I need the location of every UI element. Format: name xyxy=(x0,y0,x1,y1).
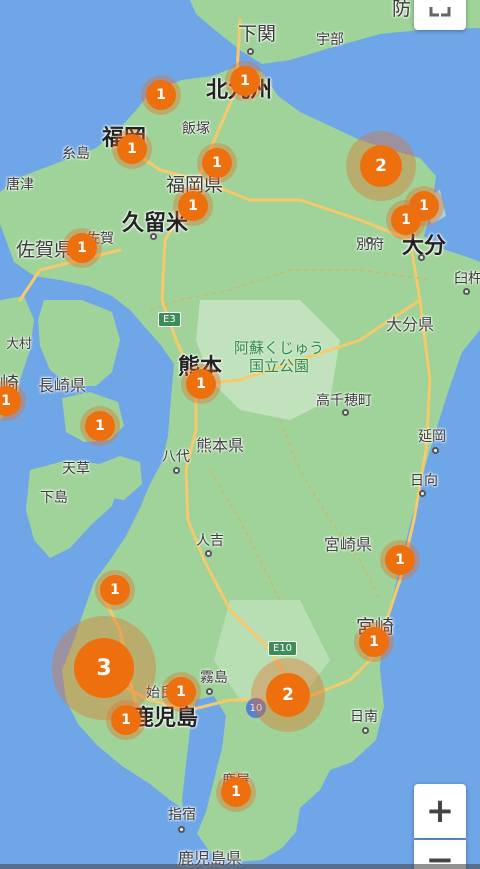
city-dot xyxy=(342,409,349,416)
highway-shield-e3: E3 xyxy=(158,312,181,327)
cluster-count: 1 xyxy=(85,411,115,441)
cluster-count: 1 xyxy=(146,80,176,110)
cluster-marker[interactable]: 1 xyxy=(112,129,152,169)
label-usuki: 臼杵 xyxy=(454,271,480,287)
cluster-count: 1 xyxy=(67,233,97,263)
city-dot xyxy=(362,727,369,734)
cluster-count: 1 xyxy=(359,627,389,657)
label-takachiho: 高千穂町 xyxy=(316,393,372,409)
fullscreen-icon xyxy=(429,7,451,17)
cluster-count: 1 xyxy=(111,705,141,735)
cluster-marker[interactable]: 1 xyxy=(106,700,146,740)
label-shimoshima: 下島 xyxy=(40,490,68,506)
label-omura: 大村 xyxy=(6,337,33,352)
cluster-count: 1 xyxy=(166,677,196,707)
label-iizuka: 飯塚 xyxy=(182,121,210,137)
cluster-marker[interactable]: 2 xyxy=(346,131,416,201)
cluster-count: 2 xyxy=(266,673,310,717)
label-aso-park: 阿蘇くじゅう 国立公園 xyxy=(234,339,325,375)
cluster-count: 1 xyxy=(221,777,251,807)
label-yatsushiro: 八代 xyxy=(162,449,190,465)
cluster-marker[interactable]: 1 xyxy=(216,772,256,812)
cluster-marker[interactable]: 1 xyxy=(161,672,201,712)
cluster-marker[interactable]: 1 xyxy=(197,143,237,183)
label-amakusa: 天草 xyxy=(62,461,90,477)
label-houfu: 防 xyxy=(392,0,412,20)
label-karatsu: 唐津 xyxy=(6,177,34,193)
label-nagasaki-pref: 長崎県 xyxy=(38,376,87,395)
cluster-marker[interactable]: 1 xyxy=(62,228,102,268)
label-kirishima: 霧島 xyxy=(200,670,228,686)
cluster-marker[interactable]: 1 xyxy=(80,406,120,446)
cluster-marker[interactable]: 1 xyxy=(181,364,221,404)
label-oita-pref: 大分県 xyxy=(386,315,435,334)
highway-shield-e10: E10 xyxy=(268,641,298,656)
label-miyazaki-pref: 宮崎県 xyxy=(324,535,373,554)
city-dot xyxy=(206,688,213,695)
cluster-count: 1 xyxy=(100,575,130,605)
label-itoshima: 糸島 xyxy=(62,146,90,162)
zoom-in-button[interactable]: + xyxy=(414,784,466,838)
cluster-marker[interactable]: 1 xyxy=(141,75,181,115)
cluster-marker[interactable]: 2 xyxy=(251,658,325,732)
cluster-count: 1 xyxy=(178,191,208,221)
label-nichinan: 日南 xyxy=(350,709,378,725)
label-hitoyoshi: 人吉 xyxy=(196,533,224,549)
cluster-count: 1 xyxy=(385,545,415,575)
cluster-count: 1 xyxy=(117,134,147,164)
city-dot xyxy=(178,826,185,833)
city-dot xyxy=(247,48,254,55)
label-ube: 宇部 xyxy=(316,32,344,48)
label-kumamoto-pref: 熊本県 xyxy=(196,436,245,455)
label-shimonoseki: 下関 xyxy=(238,23,277,45)
city-dot xyxy=(173,467,180,474)
city-dot xyxy=(366,237,373,244)
map-canvas[interactable]: 下関 宇部 防 北九州 飯塚 福岡 糸島 福岡県 唐津 久留米 佐賀県 佐賀 別… xyxy=(0,0,480,869)
cluster-count: 1 xyxy=(202,148,232,178)
cluster-count: 3 xyxy=(74,638,134,698)
city-dot xyxy=(432,447,439,454)
city-dot xyxy=(463,288,470,295)
city-dot xyxy=(419,490,426,497)
cluster-marker[interactable]: 1 xyxy=(354,622,394,662)
cluster-marker[interactable]: 1 xyxy=(386,200,426,240)
label-hyuga: 日向 xyxy=(410,473,438,489)
city-dot xyxy=(205,550,212,557)
label-ibusuki: 指宿 xyxy=(168,807,196,823)
cluster-marker[interactable]: 1 xyxy=(380,540,420,580)
cluster-count: 1 xyxy=(186,369,216,399)
map-base xyxy=(0,0,480,869)
city-dot xyxy=(418,254,425,261)
cluster-marker[interactable]: 1 xyxy=(225,61,265,101)
cluster-count: 1 xyxy=(391,205,421,235)
cluster-marker[interactable]: 1 xyxy=(95,570,135,610)
cluster-count: 1 xyxy=(230,66,260,96)
cluster-marker[interactable]: 1 xyxy=(173,186,213,226)
label-nobeoka: 延岡 xyxy=(418,429,446,445)
city-dot xyxy=(150,233,157,240)
bottom-edge xyxy=(0,864,480,869)
fullscreen-button[interactable] xyxy=(414,0,466,30)
cluster-marker[interactable]: 3 xyxy=(52,616,156,720)
cluster-count: 2 xyxy=(360,145,402,187)
